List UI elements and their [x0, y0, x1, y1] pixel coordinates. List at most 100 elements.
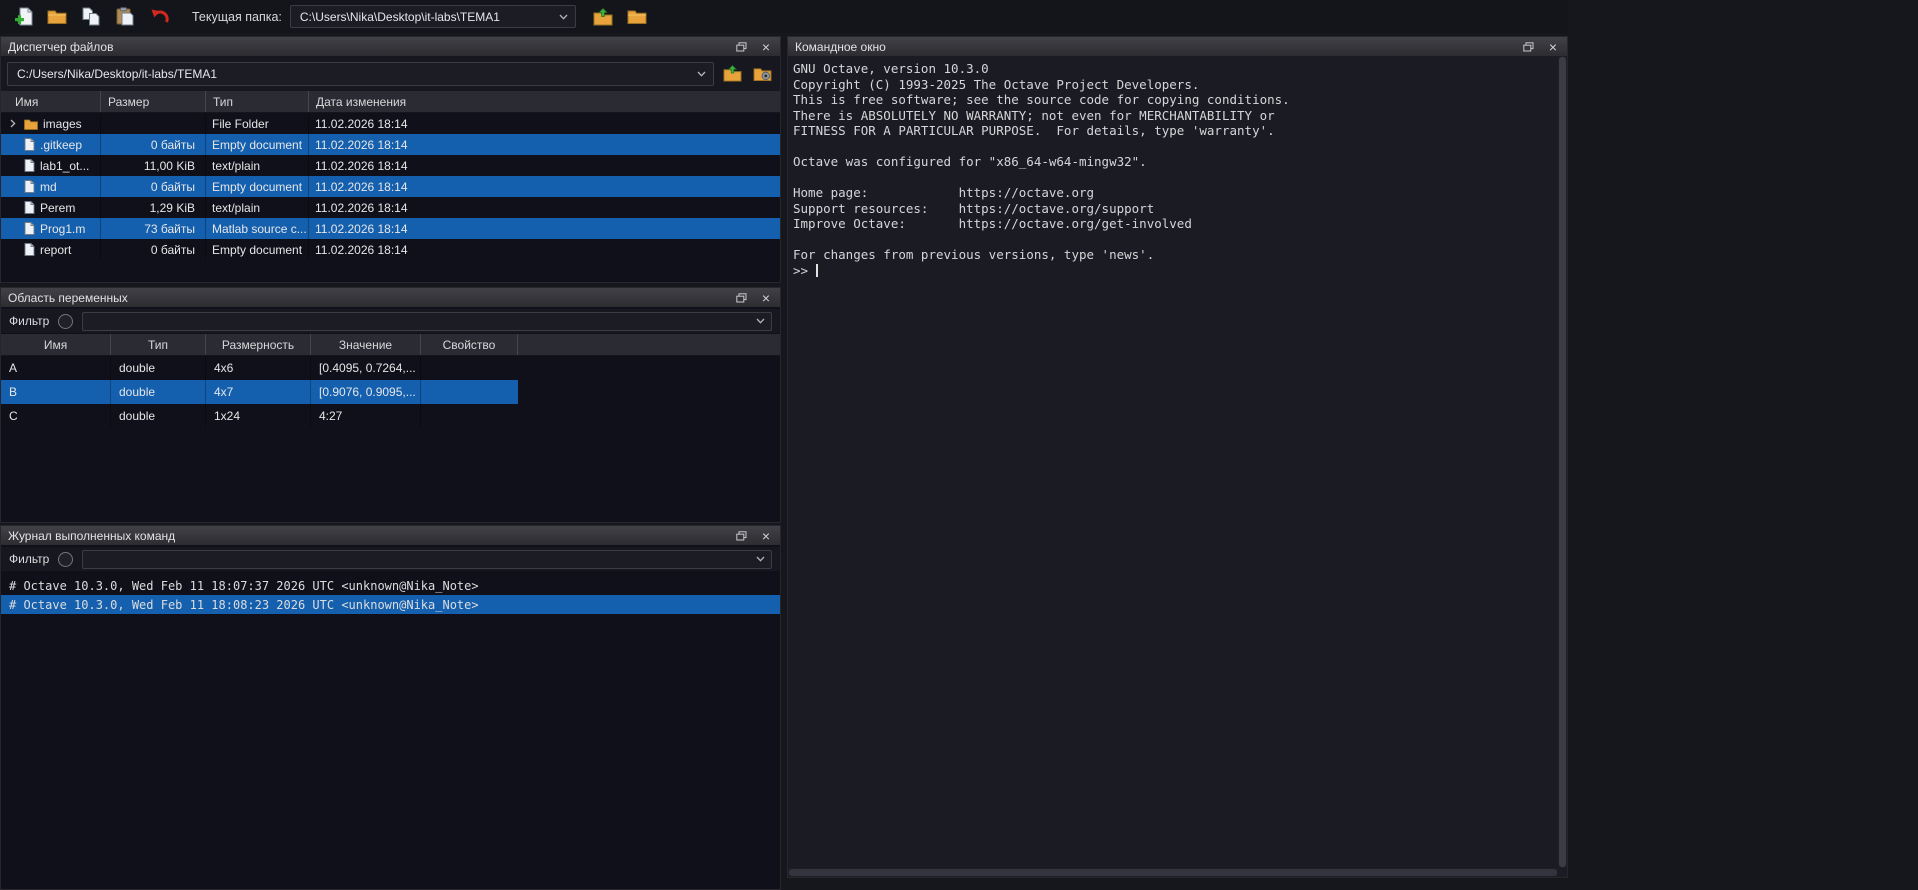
command-window-titlebar[interactable]: Командное окно ×: [788, 37, 1567, 56]
file-browser-path-combobox[interactable]: C:/Users/Nika/Desktop/it-labs/TEMA1: [7, 62, 714, 86]
file-date: 11.02.2026 18:14: [309, 239, 780, 260]
folder-up-icon: [723, 65, 742, 82]
column-header[interactable]: Размерность: [206, 334, 311, 355]
folder-icon: [627, 8, 647, 25]
file-row[interactable]: Perem 1,29 KiB text/plain 11.02.2026 18:…: [1, 197, 780, 218]
column-header[interactable]: Имя: [1, 334, 111, 355]
command-prompt-line[interactable]: >>: [788, 263, 1558, 279]
file-row[interactable]: .gitkeep 0 байты Empty document 11.02.20…: [1, 134, 780, 155]
column-header[interactable]: Свойство: [421, 334, 518, 355]
folder-actions-button[interactable]: [750, 62, 774, 86]
copy-button[interactable]: [78, 4, 104, 30]
file-type: Empty document: [206, 134, 309, 155]
column-header[interactable]: Тип: [206, 91, 309, 112]
variable-value: [0.4095, 0.7264,...: [311, 356, 421, 380]
file-size: 1,29 KiB: [101, 197, 206, 218]
current-folder-combobox[interactable]: C:\Users\Nika\Desktop\it-labs\TEMA1: [290, 5, 576, 28]
file-browser-table: Имя Размер Тип Дата изменения images Fil…: [1, 91, 780, 282]
file-browser-path-row: C:/Users/Nika/Desktop/it-labs/TEMA1: [1, 56, 780, 91]
file-browser-header-row: Имя Размер Тип Дата изменения: [1, 91, 780, 113]
undo-button[interactable]: [146, 4, 172, 30]
column-header[interactable]: Размер: [101, 91, 206, 112]
variable-type: double: [111, 404, 206, 428]
filter-combobox[interactable]: [82, 550, 772, 569]
undock-icon[interactable]: [734, 529, 748, 543]
paste-button[interactable]: [112, 4, 138, 30]
variable-row[interactable]: C double 1x24 4:27: [1, 404, 518, 428]
variable-dims: 4x6: [206, 356, 311, 380]
scrollbar-thumb[interactable]: [789, 869, 1557, 876]
folder-icon: [24, 118, 38, 130]
panel-title: Командное окно: [795, 40, 1521, 54]
file-row[interactable]: report 0 байты Empty document 11.02.2026…: [1, 239, 780, 260]
file-row[interactable]: lab1_ot... 11,00 KiB text/plain 11.02.20…: [1, 155, 780, 176]
undock-icon[interactable]: [734, 40, 748, 54]
file-icon: [24, 222, 35, 235]
file-icon: [24, 138, 35, 151]
workspace-titlebar[interactable]: Область переменных ×: [1, 288, 780, 307]
file-name: Prog1.m: [40, 222, 85, 236]
variable-type: double: [111, 380, 206, 404]
variable-row[interactable]: A double 4x6 [0.4095, 0.7264,...: [1, 356, 518, 380]
tree-expand-icon[interactable]: [6, 119, 19, 128]
variable-value: [0.9076, 0.9095,...: [311, 380, 421, 404]
variable-row[interactable]: B double 4x7 [0.9076, 0.9095,...: [1, 380, 518, 404]
file-browser-path: C:/Users/Nika/Desktop/it-labs/TEMA1: [17, 67, 691, 81]
directory-up-button[interactable]: [720, 62, 744, 86]
close-icon[interactable]: ×: [759, 291, 773, 305]
file-row[interactable]: md 0 байты Empty document 11.02.2026 18:…: [1, 176, 780, 197]
file-date: 11.02.2026 18:14: [309, 155, 780, 176]
column-header[interactable]: Тип: [111, 334, 206, 355]
text-cursor: [816, 264, 818, 277]
column-header[interactable]: Дата изменения: [309, 91, 780, 112]
file-name: images: [43, 117, 82, 131]
close-icon[interactable]: ×: [1546, 40, 1560, 54]
history-entry[interactable]: # Octave 10.3.0, Wed Feb 11 18:08:23 202…: [1, 595, 780, 614]
column-header[interactable]: Имя: [1, 91, 101, 112]
close-icon[interactable]: ×: [759, 529, 773, 543]
chevron-down-icon: [697, 71, 706, 77]
file-browser-panel: Диспетчер файлов × C:/Users/Nika/Desktop…: [0, 36, 781, 283]
main-toolbar: Текущая папка: C:\Users\Nika\Desktop\it-…: [0, 0, 1568, 33]
undock-icon[interactable]: [734, 291, 748, 305]
horizontal-scrollbar[interactable]: [788, 868, 1558, 877]
chevron-down-icon: [756, 318, 765, 324]
variable-name: A: [1, 356, 111, 380]
file-row[interactable]: images File Folder 11.02.2026 18:14: [1, 113, 780, 134]
file-name: Perem: [40, 201, 75, 215]
filter-combobox[interactable]: [82, 312, 772, 331]
command-window-panel: Командное окно × GNU Octave, version 10.…: [787, 36, 1568, 878]
folder-up-button[interactable]: [590, 4, 616, 30]
filter-checkbox[interactable]: [58, 314, 73, 329]
octave-main-window: Текущая папка: C:\Users\Nika\Desktop\it-…: [0, 0, 1918, 890]
command-history-list: # Octave 10.3.0, Wed Feb 11 18:07:37 202…: [1, 572, 780, 889]
filter-checkbox[interactable]: [58, 552, 73, 567]
file-icon: [24, 201, 35, 214]
panel-title: Область переменных: [8, 291, 734, 305]
current-folder-path: C:\Users\Nika\Desktop\it-labs\TEMA1: [300, 10, 553, 24]
scrollbar-thumb[interactable]: [1559, 57, 1566, 867]
file-name: md: [40, 180, 57, 194]
column-header[interactable]: Значение: [311, 334, 421, 355]
open-file-button[interactable]: [44, 4, 70, 30]
close-icon[interactable]: ×: [759, 40, 773, 54]
browse-folder-button[interactable]: [624, 4, 650, 30]
variable-value: 4:27: [311, 404, 421, 428]
workspace-table: Имя Тип Размерность Значение Свойство A …: [1, 334, 780, 522]
command-history-titlebar[interactable]: Журнал выполненных команд ×: [1, 526, 780, 545]
command-window-text: GNU Octave, version 10.3.0 Copyright (C)…: [788, 56, 1558, 263]
vertical-scrollbar[interactable]: [1558, 56, 1567, 868]
folder-up-icon: [593, 8, 613, 26]
command-window-output[interactable]: GNU Octave, version 10.3.0 Copyright (C)…: [788, 56, 1558, 868]
undock-icon[interactable]: [1521, 40, 1535, 54]
file-type: text/plain: [206, 155, 309, 176]
file-name: .gitkeep: [40, 138, 82, 152]
file-browser-titlebar[interactable]: Диспетчер файлов ×: [1, 37, 780, 56]
file-size: [101, 113, 206, 134]
new-script-button[interactable]: [10, 4, 36, 30]
history-entry[interactable]: # Octave 10.3.0, Wed Feb 11 18:07:37 202…: [1, 576, 780, 595]
file-row[interactable]: Prog1.m 73 байты Matlab source c... 11.0…: [1, 218, 780, 239]
paste-icon: [116, 7, 134, 26]
filter-label: Фильтр: [9, 552, 49, 566]
file-date: 11.02.2026 18:14: [309, 176, 780, 197]
